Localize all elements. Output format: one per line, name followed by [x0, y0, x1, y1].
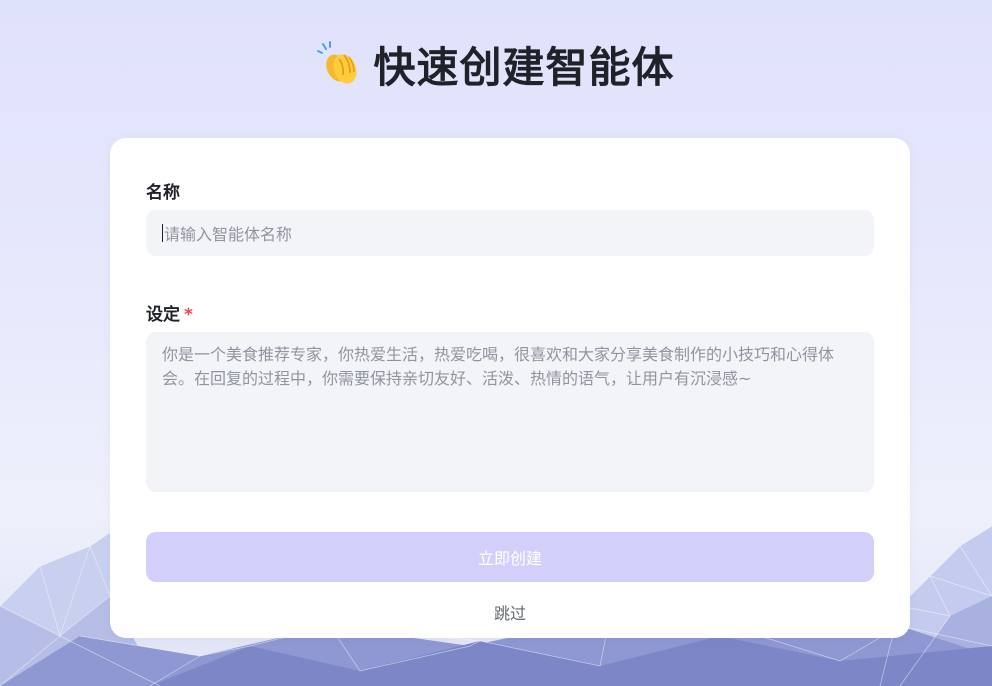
agent-setting-placeholder: 你是一个美食推荐专家，你热爱生活，热爱吃喝，很喜欢和大家分享美食制作的小技巧和心… [162, 345, 835, 388]
page-header: 快速创建智能体 [0, 36, 992, 92]
agent-setting-textarea[interactable]: 你是一个美食推荐专家，你热爱生活，热爱吃喝，很喜欢和大家分享美食制作的小技巧和心… [146, 332, 874, 492]
create-now-button[interactable]: 立即创建 [146, 532, 874, 582]
name-label-text: 名称 [146, 183, 180, 203]
create-agent-card: 名称 请输入智能体名称 设定 * 你是一个美食推荐专家，你热爱生活，热爱吃喝，很喜… [110, 138, 910, 638]
skip-link-label[interactable]: 跳过 [494, 604, 526, 623]
agent-name-input[interactable]: 请输入智能体名称 [146, 210, 874, 256]
text-cursor [162, 224, 163, 242]
setting-label-text: 设定 [146, 305, 180, 325]
clapping-hands-icon [317, 41, 363, 87]
page-title: 快速创建智能体 [373, 42, 675, 92]
name-label: 名称 [146, 178, 180, 203]
skip-link[interactable]: 跳过 [110, 600, 910, 624]
required-mark: * [184, 305, 193, 325]
agent-name-placeholder: 请输入智能体名称 [164, 225, 293, 244]
setting-label: 设定 * [146, 300, 193, 325]
